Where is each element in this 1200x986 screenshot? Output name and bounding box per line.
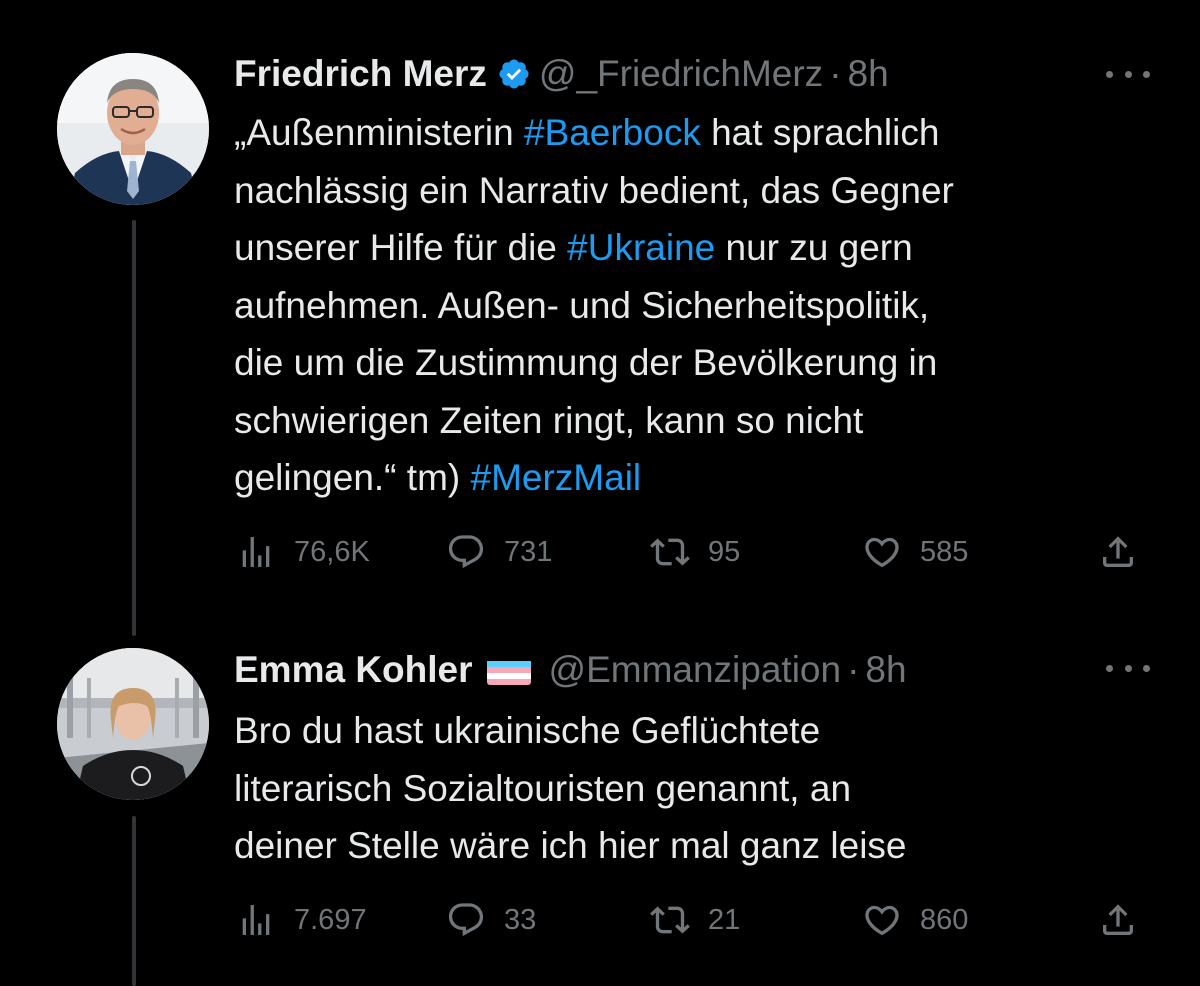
text-segment: hat sprachlich — [700, 112, 940, 153]
like-count: 585 — [920, 535, 969, 568]
views-icon — [242, 905, 270, 935]
text-segment: schwierigen Zeiten ringt, kann so nicht — [234, 399, 864, 441]
hashtag-link[interactable]: #Ukraine — [567, 227, 715, 268]
text-line: deiner Stelle wäre ich hier mal ganz lei… — [234, 817, 1144, 875]
text-segment: gelingen.“ tm) — [234, 457, 471, 498]
tweet-actions: 76,6K 731 95 585 — [236, 530, 1140, 574]
retweet-button[interactable]: 95 — [650, 530, 740, 574]
reply-icon — [448, 903, 484, 937]
reply-count: 33 — [504, 903, 537, 936]
author-handle[interactable]: @_FriedrichMerz — [539, 50, 823, 98]
share-icon — [1103, 536, 1133, 567]
text-line: gelingen.“ tm) #MerzMail — [234, 449, 1144, 507]
text-segment: unserer Hilfe für die — [234, 227, 568, 268]
text-segment: nur zu gern — [715, 227, 913, 268]
author-name[interactable]: Emma Kohler — [234, 646, 473, 694]
transgender-flag-icon — [486, 655, 531, 685]
hashtag-link[interactable]: #MerzMail — [471, 457, 642, 498]
text-segment: aufnehmen. Außen- und Sicherheitspolitik… — [234, 284, 930, 326]
tweet[interactable]: Emma Kohler @Emmanzipation · 8h Bro du h… — [0, 640, 1200, 986]
text-segment: literarisch Sozialtouristen genannt, an — [234, 767, 852, 809]
reply-button[interactable]: 33 — [446, 898, 536, 942]
like-count: 860 — [920, 903, 969, 936]
reply-button[interactable]: 731 — [446, 530, 552, 574]
text-segment: nachlässig ein Narrativ bedient, das Geg… — [234, 169, 954, 211]
views-button[interactable]: 76,6K — [236, 530, 370, 574]
reply-count: 731 — [504, 535, 553, 568]
timestamp[interactable]: 8h — [848, 50, 889, 98]
tweet[interactable]: Friedrich Merz @_FriedrichMerz · 8h „Auß… — [0, 0, 1200, 640]
author-name[interactable]: Friedrich Merz — [234, 50, 487, 98]
tweet-text: „Außenministerin #Baerbock hat sprachlic… — [234, 104, 1144, 507]
views-count: 7.697 — [294, 903, 367, 936]
reply-icon — [448, 535, 484, 569]
tweet-header: Friedrich Merz @_FriedrichMerz · 8h — [234, 50, 889, 98]
hashtag-link[interactable]: #Baerbock — [524, 112, 701, 153]
retweet-count: 95 — [708, 535, 741, 568]
tweet-text: Bro du hast ukrainische Geflüchtete lite… — [234, 702, 1144, 875]
more-icon[interactable] — [1106, 658, 1150, 678]
separator-dot: · — [829, 53, 842, 94]
views-icon — [242, 537, 270, 567]
retweet-button[interactable]: 21 — [650, 898, 740, 942]
share-icon — [1103, 904, 1133, 935]
like-icon — [865, 905, 899, 936]
avatar[interactable] — [57, 648, 209, 800]
retweet-count: 21 — [708, 903, 741, 936]
author-handle[interactable]: @Emmanzipation — [549, 646, 842, 694]
separator-dot: · — [847, 649, 860, 690]
text-line: nachlässig ein Narrativ bedient, das Geg… — [234, 162, 1144, 220]
retweet-icon — [650, 906, 690, 934]
text-line: unserer Hilfe für die #Ukraine nur zu ge… — [234, 219, 1144, 277]
share-button[interactable] — [1098, 530, 1138, 574]
like-button[interactable]: 585 — [862, 530, 968, 574]
share-button[interactable] — [1098, 898, 1138, 942]
avatar-photo — [57, 648, 209, 800]
text-segment: „Außenministerin — [234, 112, 524, 153]
text-line: Bro du hast ukrainische Geflüchtete — [234, 702, 1144, 760]
text-line: „Außenministerin #Baerbock hat sprachlic… — [234, 104, 1144, 162]
thread-line — [132, 220, 136, 636]
text-line: literarisch Sozialtouristen genannt, an — [234, 760, 1144, 818]
verified-badge-icon — [497, 57, 531, 91]
text-line: die um die Zustimmung der Bevölkerung in — [234, 334, 1144, 392]
text-line: schwierigen Zeiten ringt, kann so nicht — [234, 392, 1144, 450]
like-button[interactable]: 860 — [862, 898, 968, 942]
tweet-actions: 7.697 33 21 860 — [236, 898, 1140, 942]
text-segment: deiner Stelle wäre ich hier mal ganz lei… — [234, 825, 907, 866]
more-icon[interactable] — [1106, 64, 1150, 84]
like-icon — [865, 537, 899, 568]
retweet-icon — [650, 538, 690, 566]
views-button[interactable]: 7.697 — [236, 898, 367, 942]
text-line: aufnehmen. Außen- und Sicherheitspolitik… — [234, 277, 1144, 335]
views-count: 76,6K — [294, 535, 370, 568]
avatar[interactable] — [57, 53, 209, 205]
avatar-photo — [57, 53, 209, 205]
timestamp[interactable]: 8h — [865, 646, 906, 694]
thread-line — [132, 816, 136, 986]
text-segment: Bro du hast ukrainische Geflüchtete — [234, 710, 821, 751]
tweet-header: Emma Kohler @Emmanzipation · 8h — [234, 646, 907, 694]
text-segment: die um die Zustimmung der Bevölkerung in — [234, 342, 938, 383]
